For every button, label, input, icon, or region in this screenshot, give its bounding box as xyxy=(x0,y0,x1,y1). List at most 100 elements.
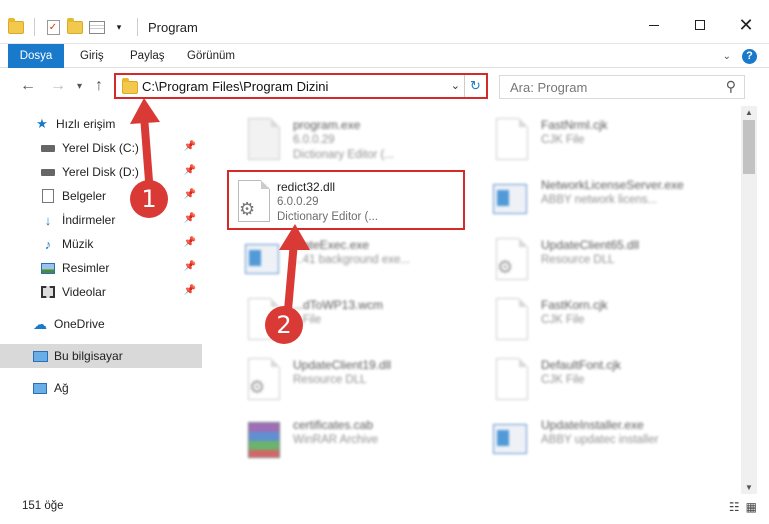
documents-icon xyxy=(40,188,56,204)
vertical-scrollbar[interactable]: ▲ ▼ xyxy=(741,106,757,494)
navigation-bar: ← → ▾ ↑ C:\Program Files\Program Dizini … xyxy=(0,69,769,105)
sidebar-item-videos[interactable]: Videolar 📌 xyxy=(0,280,202,304)
archive-icon xyxy=(245,416,283,462)
sidebar-item-label: Bu bilgisayar xyxy=(54,349,123,363)
videos-icon xyxy=(40,284,56,300)
gear-icon: ⚙ xyxy=(249,377,266,397)
file-item[interactable]: ⚙ UpdateClient65.dll Resource DLL xyxy=(473,230,723,288)
file-name: redict32.dll xyxy=(277,180,336,194)
item-count: 151 öğe xyxy=(22,500,64,512)
sidebar-item-music[interactable]: ♪ Müzik 📌 xyxy=(0,232,202,256)
pin-icon[interactable]: 📌 xyxy=(184,189,196,200)
file-item[interactable]: DefaultFont.cjk CJK File xyxy=(473,350,723,408)
divider xyxy=(137,18,138,36)
pictures-icon xyxy=(40,260,56,276)
maximize-button[interactable] xyxy=(677,10,723,40)
pin-icon[interactable]: 📌 xyxy=(184,285,196,296)
sidebar-item-label: OneDrive xyxy=(54,317,105,331)
file-item[interactable]: FastKorn.cjk CJK File xyxy=(473,290,723,348)
sidebar-item-this-pc[interactable]: Bu bilgisayar xyxy=(0,344,202,368)
file-type: Resource DLL xyxy=(293,374,367,386)
search-input[interactable]: Ara: Program ⚲ xyxy=(499,75,745,99)
pin-icon[interactable]: 📌 xyxy=(184,141,196,152)
pin-icon[interactable]: 📌 xyxy=(184,213,196,224)
expand-ribbon-icon[interactable]: ⌄ xyxy=(723,51,731,62)
sidebar-item-pictures[interactable]: Resimler 📌 xyxy=(0,256,202,280)
refresh-icon[interactable]: ↻ xyxy=(464,75,486,97)
sidebar-item-label: İndirmeler xyxy=(62,213,116,227)
chevron-down-icon[interactable]: ⌄ xyxy=(451,79,460,92)
ribbon-tabs: Dosya Giriş Paylaş Görünüm ⌄ ? xyxy=(0,44,769,68)
star-icon: ★ xyxy=(36,116,48,131)
up-arrow-icon[interactable]: ↑ xyxy=(95,77,103,95)
large-icons-view-icon[interactable]: ▦ xyxy=(746,500,757,514)
new-folder-icon[interactable] xyxy=(67,17,83,35)
file-name: NetworkLicenseServer.exe xyxy=(541,178,684,192)
drive-icon xyxy=(40,164,56,180)
file-type: Resource DLL xyxy=(541,254,615,266)
file-type: WinRAR Archive xyxy=(293,434,378,446)
file-item[interactable]: ...ateExec.exe ...41 background exe... xyxy=(225,230,475,288)
tab-home[interactable]: Giriş xyxy=(80,44,104,68)
sidebar-item-onedrive[interactable]: ☁ OneDrive xyxy=(0,312,202,336)
annotation-arrow-2 xyxy=(279,224,310,314)
details-view-icon[interactable]: ☷ xyxy=(729,500,740,514)
file-item[interactable]: ...dToWP13.wcm ...File xyxy=(225,290,475,348)
file-item[interactable]: program.exe 6.0.0.29 Dictionary Editor (… xyxy=(225,110,475,168)
scrollbar-thumb[interactable] xyxy=(743,120,755,174)
pin-icon[interactable]: 📌 xyxy=(184,237,196,248)
drive-icon xyxy=(40,140,56,156)
scroll-down-icon[interactable]: ▼ xyxy=(745,483,753,492)
step-badge-2: 2 xyxy=(265,306,303,344)
sidebar-item-downloads[interactable]: ↓ İndirmeler 📌 xyxy=(0,208,202,232)
file-item-selected[interactable]: ⚙ redict32.dll 6.0.0.29 Dictionary Edito… xyxy=(227,170,465,230)
tab-view[interactable]: Görünüm xyxy=(187,44,235,68)
forward-arrow-icon[interactable]: → xyxy=(50,77,66,95)
download-icon: ↓ xyxy=(44,212,52,228)
file-name: FastNrml.cjk xyxy=(541,118,608,132)
status-bar: 151 öğe ☷ ▦ xyxy=(0,494,769,524)
file-type: CJK File xyxy=(541,314,585,326)
recent-locations-chevron-icon[interactable]: ▾ xyxy=(77,81,82,92)
properties-check-icon[interactable]: ✓ xyxy=(45,19,61,35)
file-item[interactable]: UpdateInstaller.exe ABBY updatec install… xyxy=(473,410,723,468)
help-icon[interactable]: ? xyxy=(742,49,757,64)
address-path[interactable]: C:\Program Files\Program Dizini xyxy=(142,79,328,94)
dll-gear-icon: ⚙ xyxy=(245,356,283,402)
back-arrow-icon[interactable]: ← xyxy=(20,77,36,95)
chevron-down-icon[interactable]: ▾ xyxy=(111,19,127,35)
file-item[interactable]: FastNrml.cjk CJK File xyxy=(473,110,723,168)
search-icon[interactable]: ⚲ xyxy=(726,78,736,95)
window-title: Program xyxy=(148,19,198,35)
step-badge-1: 1 xyxy=(130,180,168,218)
file-item[interactable]: certificates.cab WinRAR Archive xyxy=(225,410,475,468)
tab-file[interactable]: Dosya xyxy=(8,44,64,68)
sidebar-item-label: Resimler xyxy=(62,261,110,275)
gear-icon: ⚙ xyxy=(239,199,256,219)
sidebar-item-network[interactable]: Ağ xyxy=(0,376,202,400)
exe-icon xyxy=(245,116,283,162)
doc-icon xyxy=(493,296,531,342)
window-controls: ✕ xyxy=(631,10,769,40)
file-version: 6.0.0.29 xyxy=(293,134,335,146)
pin-icon[interactable]: 📌 xyxy=(184,165,196,176)
pin-icon[interactable]: 📌 xyxy=(184,261,196,272)
file-name: UpdateClient19.dll xyxy=(293,358,392,372)
customize-toolbar-icon[interactable] xyxy=(89,19,105,35)
view-toggles: ☷ ▦ xyxy=(729,500,757,514)
file-item[interactable]: NetworkLicenseServer.exe ABBY network li… xyxy=(473,170,723,228)
minimize-icon xyxy=(649,24,659,26)
doc-icon xyxy=(493,356,531,402)
scroll-up-icon[interactable]: ▲ xyxy=(745,108,753,117)
tab-share[interactable]: Paylaş xyxy=(130,44,165,68)
close-button[interactable]: ✕ xyxy=(723,10,769,40)
sidebar-item-label: Hızlı erişim xyxy=(56,117,116,131)
quick-access-toolbar: ✓ ▾ Program xyxy=(8,17,198,36)
search-placeholder: Ara: Program xyxy=(510,80,588,95)
minimize-button[interactable] xyxy=(631,10,677,40)
file-description: ABBY updatec installer xyxy=(541,434,659,446)
file-description: ABBY network licens... xyxy=(541,194,658,206)
file-item[interactable]: ⚙ UpdateClient19.dll Resource DLL xyxy=(225,350,475,408)
file-description: Dictionary Editor (... xyxy=(293,149,394,161)
computer-icon xyxy=(32,348,48,364)
